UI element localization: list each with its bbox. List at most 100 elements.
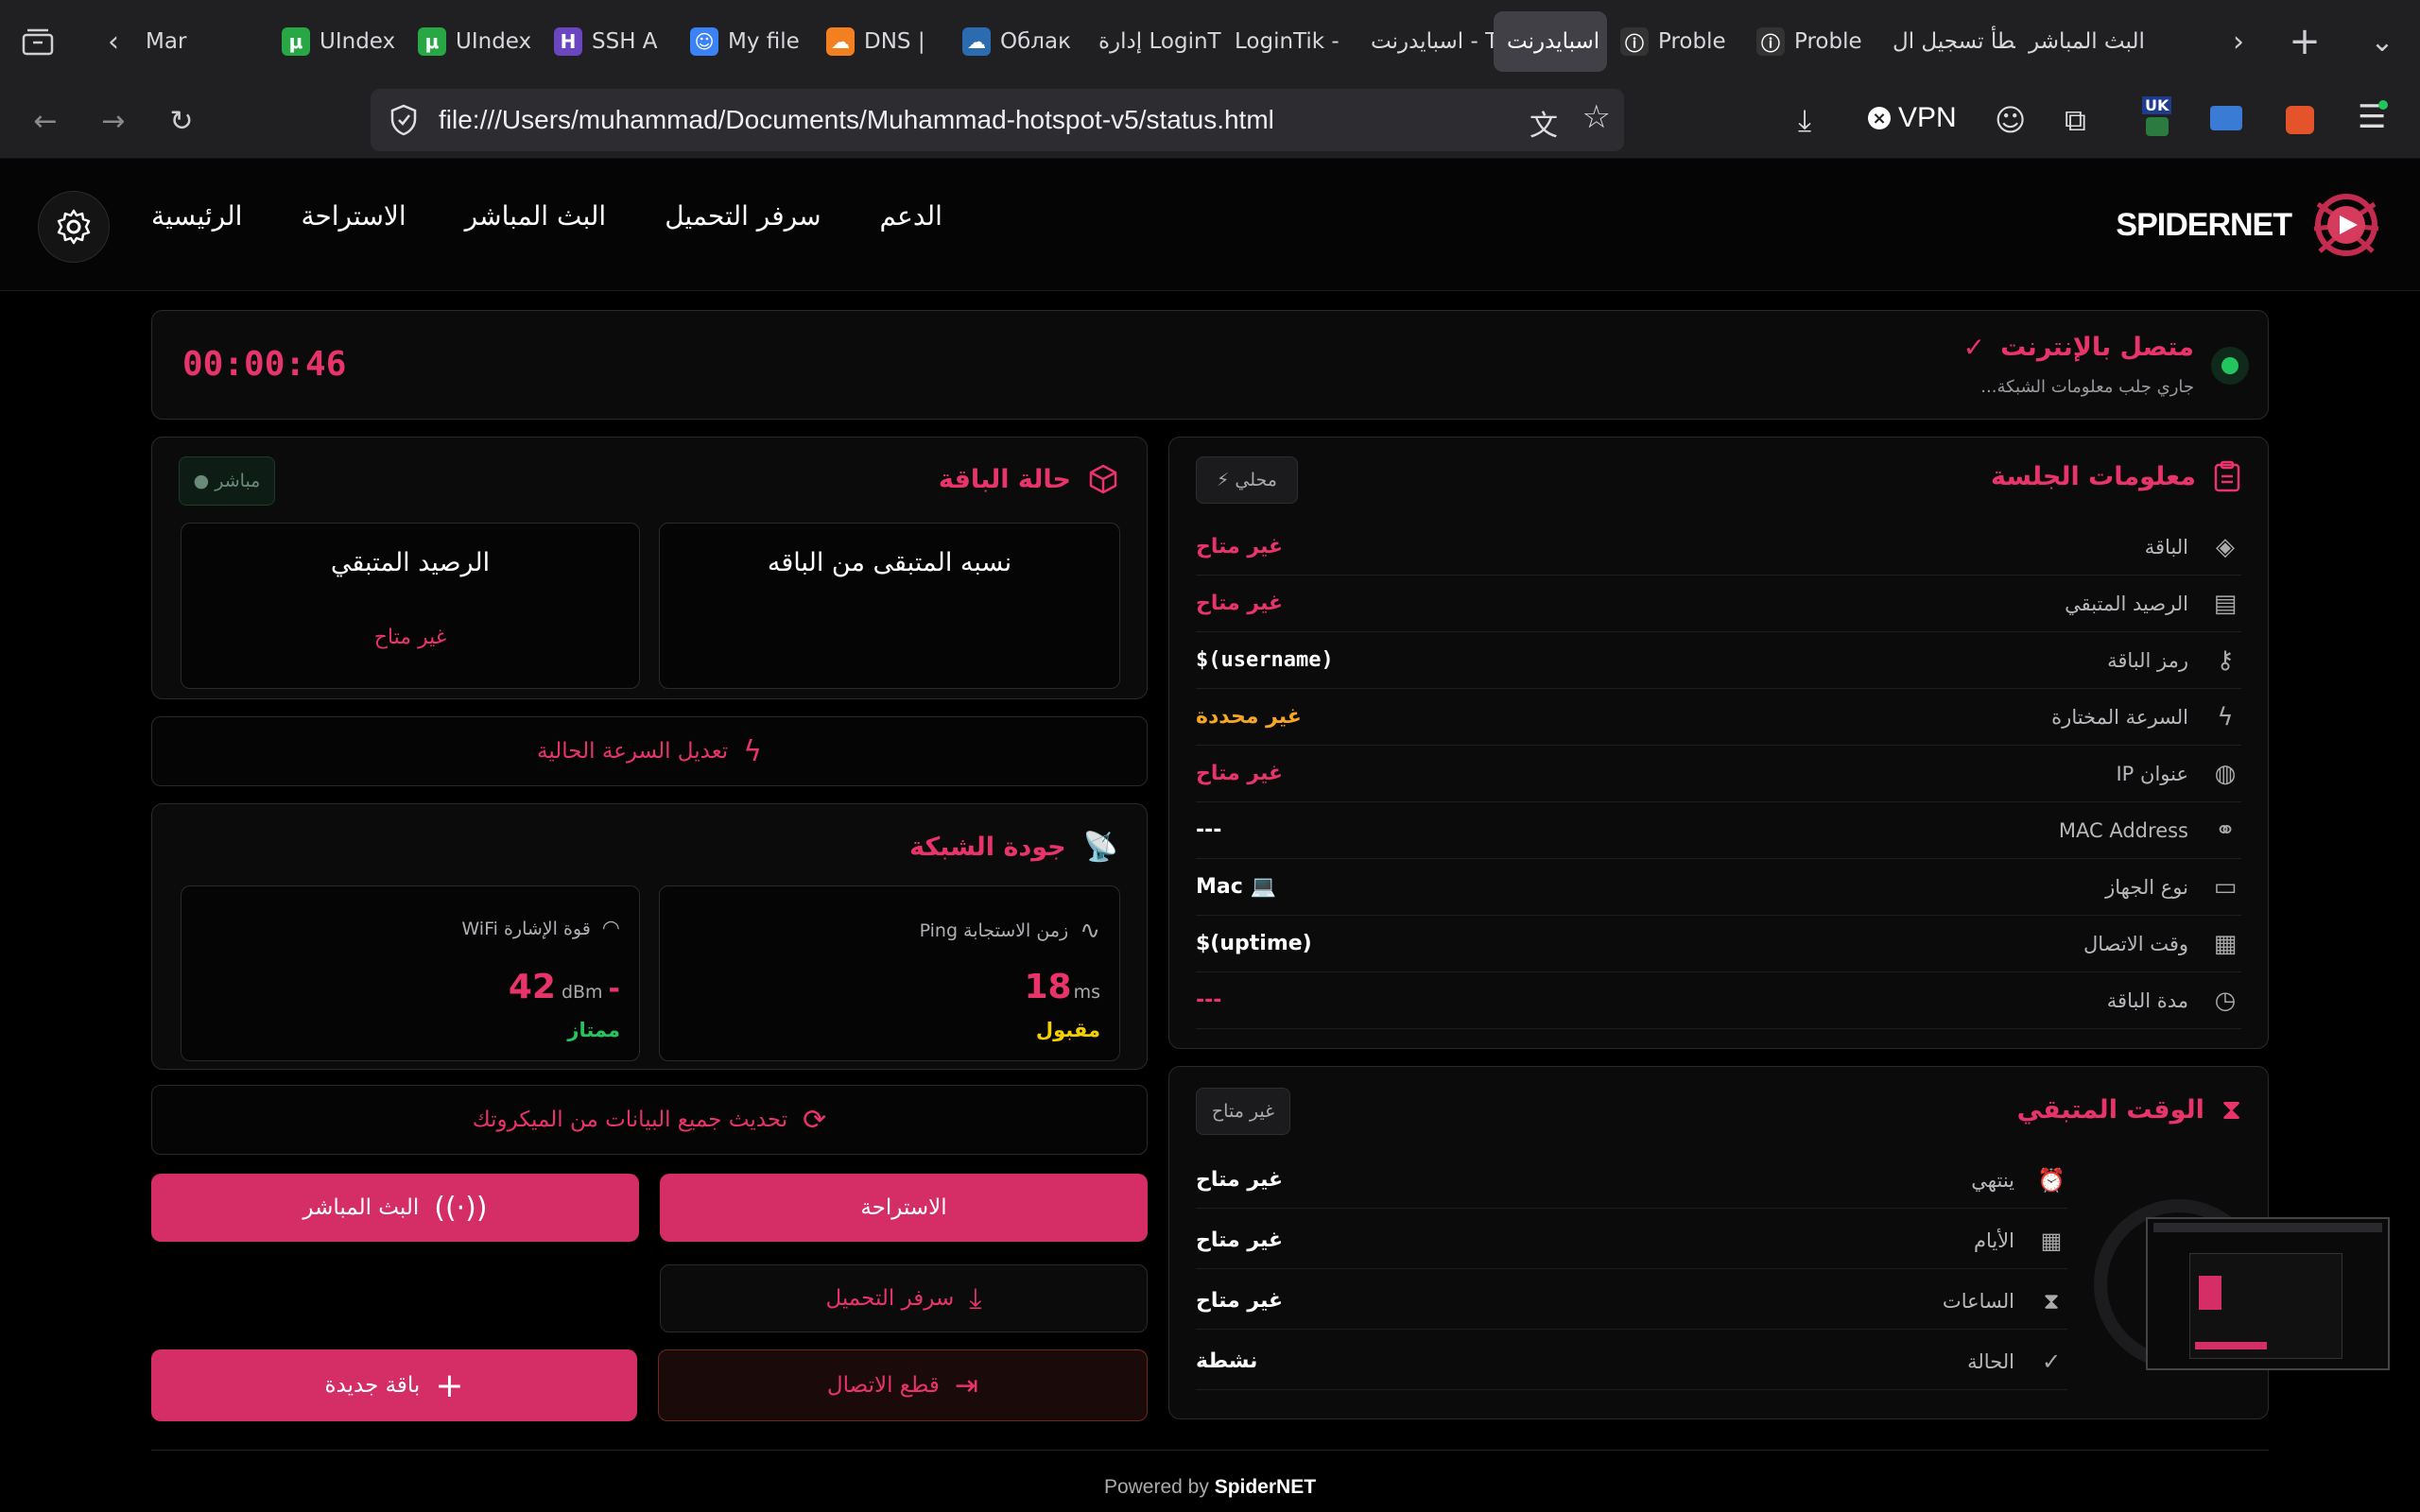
tab-label: اسبايدرنت - T xyxy=(1371,29,1494,54)
browser-tab[interactable]: إدارة LoginTik xyxy=(1085,11,1221,72)
vpn-button[interactable]: × VPN xyxy=(1868,102,1957,134)
new-package-button[interactable]: باقة جديدة + xyxy=(151,1349,637,1421)
footer-divider xyxy=(151,1450,2269,1451)
tab-list-chevron-icon[interactable]: ⌄ xyxy=(2356,15,2409,68)
download-server-button[interactable]: سرفر التحميل ⤓ xyxy=(660,1264,1148,1332)
nav-home[interactable]: الرئيسية xyxy=(151,200,242,232)
session-info-row: غير محددة ϟ السرعة المختارة xyxy=(1196,689,2241,746)
uk-extension-icon[interactable]: UK xyxy=(2138,96,2176,138)
session-info-label: السرعة المختارة xyxy=(2051,705,2188,729)
address-bar[interactable]: file:///Users/muhammad/Documents/Muhamma… xyxy=(371,89,1624,151)
session-info-row: Mac 💻 ▭ نوع الجهاز xyxy=(1196,859,2241,916)
check-icon: ✓ xyxy=(1962,332,1986,363)
session-info-label: مدة الباقة xyxy=(2106,988,2188,1012)
remaining-time-label: الساعات xyxy=(1942,1289,2014,1313)
disconnect-label: قطع الاتصال xyxy=(826,1373,940,1398)
session-info-value: --- xyxy=(1196,988,1222,1012)
vpn-status-icon: × xyxy=(1868,107,1891,129)
browser-tab[interactable]: ⓘ Proble xyxy=(1743,11,1879,72)
reload-icon[interactable]: ↻ xyxy=(155,94,208,147)
signal-tower-icon: 📡 xyxy=(1082,831,1118,864)
session-info-value: Mac 💻 xyxy=(1196,875,1276,899)
tab-favicon-icon: ☁ xyxy=(826,27,855,56)
remaining-time-row: غير متاح ▦ الأيام xyxy=(1196,1212,2067,1269)
remaining-time-label: الأيام xyxy=(1973,1228,2014,1252)
session-info-row: --- ◷ مدة الباقة xyxy=(1196,972,2241,1029)
colorful-extension-icon[interactable] xyxy=(2286,106,2314,134)
tabs-scroll-right-icon[interactable]: › xyxy=(2212,15,2265,68)
browser-tab[interactable]: Mar xyxy=(132,11,268,72)
browser-tab[interactable]: البث المباشر xyxy=(2015,11,2152,72)
browser-toolbar: ← → ↻ file:///Users/muhammad/Documents/M… xyxy=(0,83,2420,159)
remaining-time-value: غير متاح xyxy=(1196,1168,1284,1192)
browser-tab[interactable]: LoginTik - xyxy=(1221,11,1357,72)
package-percent-title: نسبه المتبقى من الباقه xyxy=(767,548,1012,577)
nav-live[interactable]: البث المباشر xyxy=(465,200,607,232)
site-navbar: الرئيسية الاستراحة البث المباشر سرفر التحمي… xyxy=(0,159,2420,291)
browser-tab[interactable]: خطأ تسجيل ال xyxy=(1879,11,2015,72)
download-server-label: سرفر التحميل xyxy=(825,1286,955,1311)
shield-icon xyxy=(390,104,417,136)
browser-tab[interactable]: ☁ DNS | xyxy=(813,11,949,72)
vpn-label: VPN xyxy=(1898,102,1957,133)
finland-extension-icon[interactable] xyxy=(2210,106,2242,130)
session-row-icon: ◷ xyxy=(2214,986,2237,1015)
ping-value: 18 xyxy=(1024,968,1072,1006)
account-icon[interactable]: ☺ xyxy=(1995,102,2026,138)
session-row-icon: ◍ xyxy=(2214,759,2237,788)
browser-tab[interactable]: ⓘ Proble xyxy=(1607,11,1743,72)
forward-icon[interactable]: → xyxy=(87,94,140,147)
brand-name: SPIDERNET xyxy=(2116,206,2292,243)
session-info-value: --- xyxy=(1196,818,1222,842)
new-tab-icon[interactable]: + xyxy=(2278,15,2331,68)
browser-tab[interactable]: H SSH A xyxy=(541,11,677,72)
nav-support[interactable]: الدعم xyxy=(880,200,942,232)
browser-tab[interactable]: μ UIndex xyxy=(405,11,541,72)
tab-favicon-icon: ⓘ xyxy=(1620,27,1649,56)
translate-icon[interactable]: 文 xyxy=(1530,102,1558,144)
session-info-card: معلومات الجلسة ⚡ محلي غير متاح ◈ الباقة غير… xyxy=(1168,437,2269,1049)
browser-tab[interactable]: μ UIndex xyxy=(268,11,405,72)
browser-tab[interactable]: ☁ Облак xyxy=(949,11,1085,72)
adjust-speed-button[interactable]: تعديل السرعة الحالية ϟ xyxy=(151,716,1148,786)
wifi-sign: - xyxy=(608,972,620,1005)
download-icon[interactable]: ⤓ xyxy=(1798,102,1811,139)
ping-label: زمن الاستجابة Ping xyxy=(919,920,1069,941)
disconnect-button[interactable]: قطع الاتصال ⇥ xyxy=(658,1349,1148,1421)
session-timer: 00:00:46 xyxy=(182,345,347,384)
browser-tab[interactable]: اسبايدرنت - T xyxy=(1357,11,1494,72)
lightning-icon: ϟ xyxy=(743,734,762,768)
menu-badge-icon xyxy=(2378,100,2388,110)
network-quality-card: 📡 جودة الشبكة ∿ زمن الاستجابة Ping 18 ms… xyxy=(151,803,1148,1070)
remaining-time-card: ⧗ الوقت المتبقي غير متاح غير متاح ⏰ ينتهي غ… xyxy=(1168,1066,2269,1419)
brand-logo[interactable]: SPIDERNET xyxy=(2116,185,2386,265)
extensions-icon[interactable]: ⧉ xyxy=(2065,102,2086,139)
refresh-data-button[interactable]: تحديث جميع البيانات من الميكروتك ⟳ xyxy=(151,1085,1148,1155)
tab-overview-icon[interactable] xyxy=(11,15,64,68)
ping-unit: ms xyxy=(1073,982,1100,1003)
nav-rest[interactable]: الاستراحة xyxy=(301,200,406,232)
footer-brand: SpiderNET xyxy=(1214,1476,1317,1498)
logout-icon: ⇥ xyxy=(954,1368,979,1402)
session-info-value: غير متاح xyxy=(1196,762,1284,785)
bookmark-star-icon[interactable]: ☆ xyxy=(1582,98,1611,136)
browser-tab[interactable]: ☺ My file xyxy=(677,11,813,72)
session-row-icon: ϟ xyxy=(2217,702,2234,731)
back-icon[interactable]: ← xyxy=(19,94,72,147)
remaining-time-value: نشطة xyxy=(1196,1349,1258,1373)
rest-button[interactable]: الاستراحة xyxy=(660,1174,1148,1242)
nav-download-server[interactable]: سرفر التحميل xyxy=(665,200,821,232)
session-info-row: غير متاح ▤ الرصيد المتبقي xyxy=(1196,576,2241,632)
screen-preview-thumbnail[interactable] xyxy=(2146,1217,2390,1370)
rest-label: الاستراحة xyxy=(860,1195,947,1220)
settings-gear-icon[interactable] xyxy=(38,191,110,263)
browser-tab[interactable]: اسبايدرنت✕ xyxy=(1494,11,1607,72)
remaining-time-label: الحالة xyxy=(1967,1349,2014,1373)
live-stream-button[interactable]: البث المباشر ((·)) xyxy=(151,1174,639,1242)
remaining-badge: غير متاح xyxy=(1196,1088,1290,1135)
remaining-row-icon: ⏰ xyxy=(2037,1166,2066,1194)
tab-label: My file xyxy=(728,29,800,54)
package-status-title: حالة الباقة xyxy=(938,464,1071,494)
ping-box: ∿ زمن الاستجابة Ping 18 ms مقبول xyxy=(659,885,1120,1061)
tab-label: خطأ تسجيل ال xyxy=(1893,29,2015,54)
